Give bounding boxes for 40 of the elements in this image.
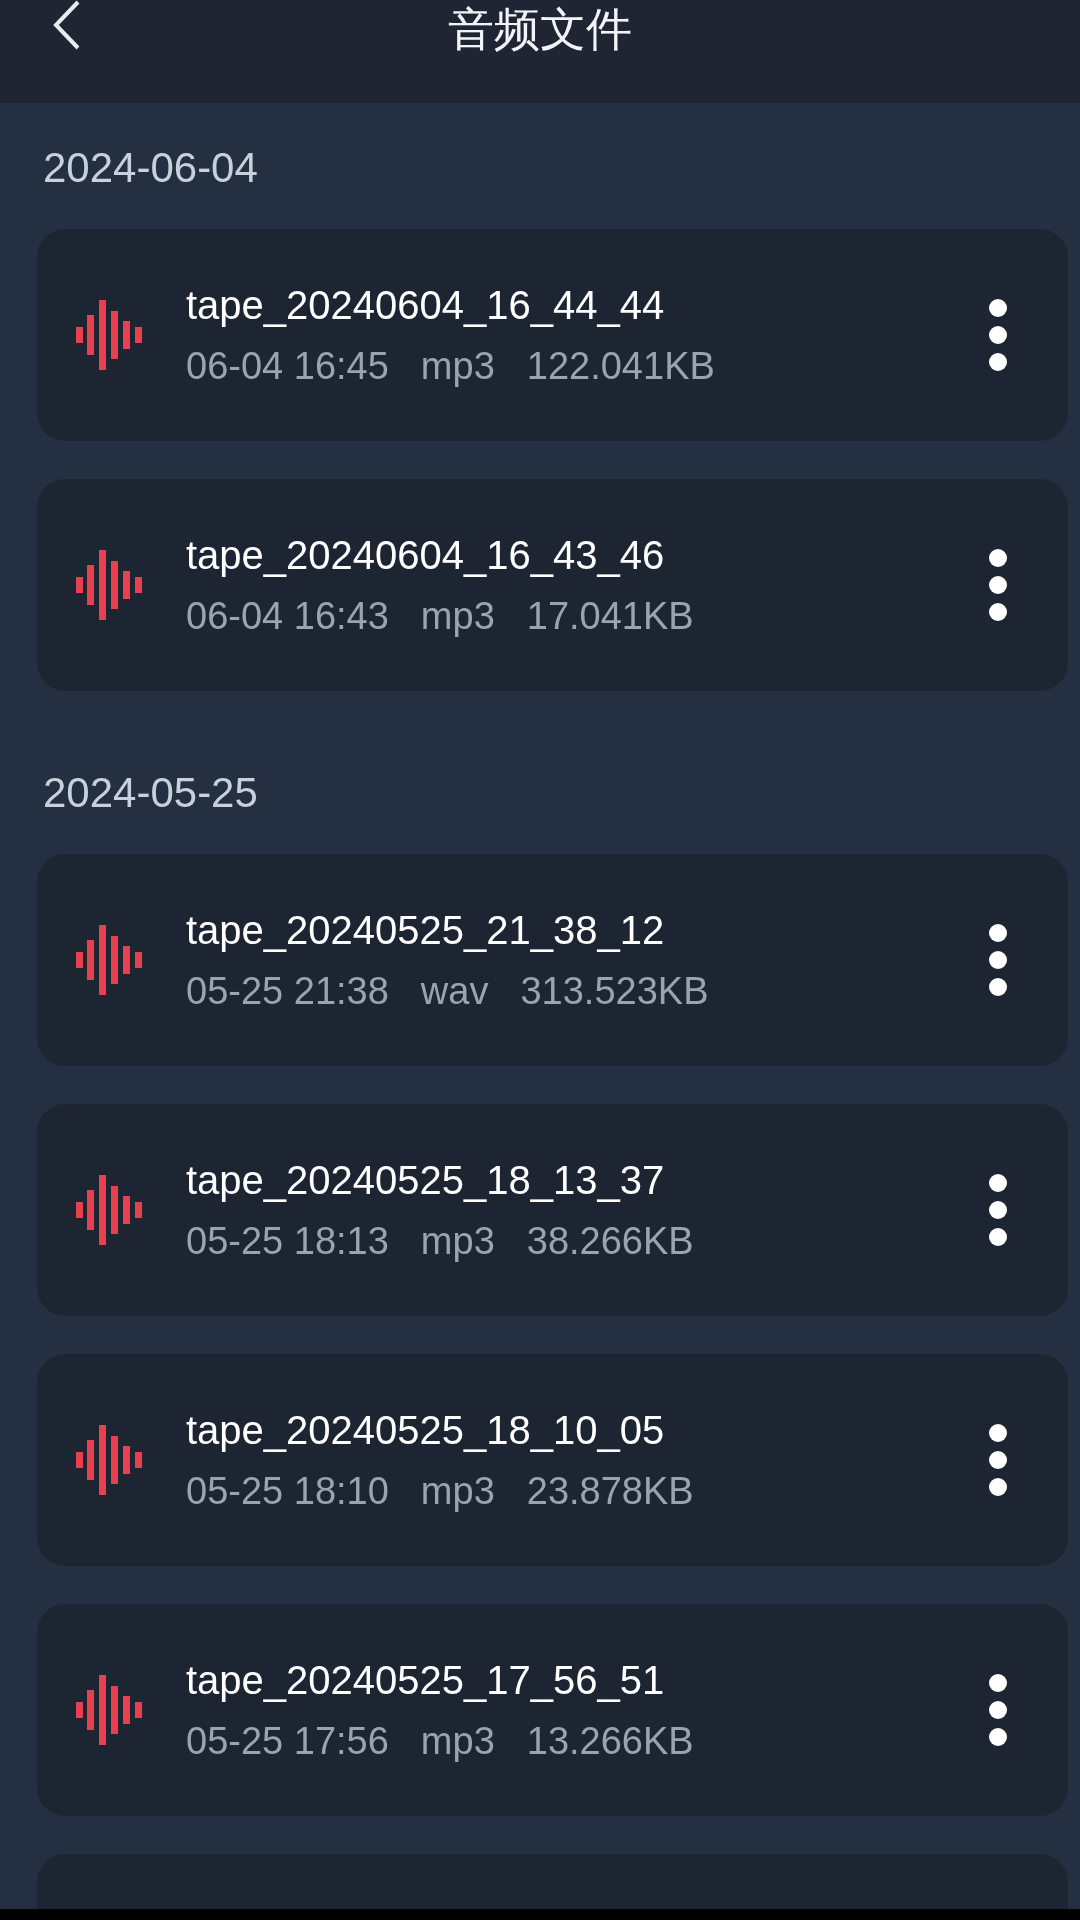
- file-name: tape_20240604_16_43_46: [186, 532, 666, 578]
- date-heading: 2024-05-25: [43, 769, 259, 817]
- file-card[interactable]: tape_20240525_18_13_37 05-25 18:13 mp3 38.266KB: [37, 1104, 1068, 1316]
- file-name: tape_20240525_21_38_12: [186, 907, 666, 953]
- file-format: mp3: [420, 594, 495, 638]
- file-format: mp3: [420, 1469, 495, 1513]
- more-icon[interactable]: [988, 1673, 1008, 1747]
- file-card[interactable]: tape_20240525_21_38_12 05-25 21:38 wav 313.523KB: [37, 854, 1068, 1066]
- file-time: 06-04 16:43: [186, 594, 389, 638]
- more-icon[interactable]: [988, 1173, 1008, 1247]
- file-size: 23.878KB: [526, 1469, 694, 1513]
- file-size: 122.041KB: [526, 344, 715, 388]
- file-time: 05-25 21:38: [186, 969, 389, 1013]
- more-icon[interactable]: [988, 923, 1008, 997]
- file-name: tape_20240604_16_44_44: [186, 282, 666, 328]
- file-format: mp3: [420, 344, 495, 388]
- more-icon[interactable]: [988, 1423, 1008, 1497]
- file-format: mp3: [420, 1219, 495, 1263]
- file-time: 05-25 18:13: [186, 1219, 389, 1263]
- file-time: 05-25 18:10: [186, 1469, 389, 1513]
- file-size: 13.266KB: [526, 1719, 694, 1763]
- file-format: mp3: [420, 1719, 495, 1763]
- file-card[interactable]: tape_20240604_16_43_46 06-04 16:43 mp3 17.041KB: [37, 479, 1068, 691]
- file-size: 313.523KB: [520, 969, 709, 1013]
- date-heading: 2024-06-04: [43, 144, 259, 192]
- file-name: tape_20240525_18_13_37: [186, 1157, 666, 1203]
- page-title: 音频文件: [448, 2, 632, 56]
- file-time: 06-04 16:45: [186, 344, 389, 388]
- more-icon[interactable]: [988, 548, 1008, 622]
- more-icon[interactable]: [988, 298, 1008, 372]
- file-name: tape_20240525_17_56_51: [186, 1657, 666, 1703]
- file-size: 17.041KB: [526, 594, 694, 638]
- file-card[interactable]: tape_20240525_17_56_51 05-25 17:56 mp3 13.266KB: [37, 1604, 1068, 1816]
- file-card[interactable]: tape_20240525_18_10_05 05-25 18:10 mp3 23.878KB: [37, 1354, 1068, 1566]
- back-icon[interactable]: [52, 0, 82, 50]
- file-size: 38.266KB: [526, 1219, 694, 1263]
- file-time: 05-25 17:56: [186, 1719, 389, 1763]
- file-format: wav: [420, 969, 489, 1013]
- file-card[interactable]: tape_20240604_16_44_44 06-04 16:45 mp3 122.041KB: [37, 229, 1068, 441]
- file-name: tape_20240525_18_10_05: [186, 1407, 666, 1453]
